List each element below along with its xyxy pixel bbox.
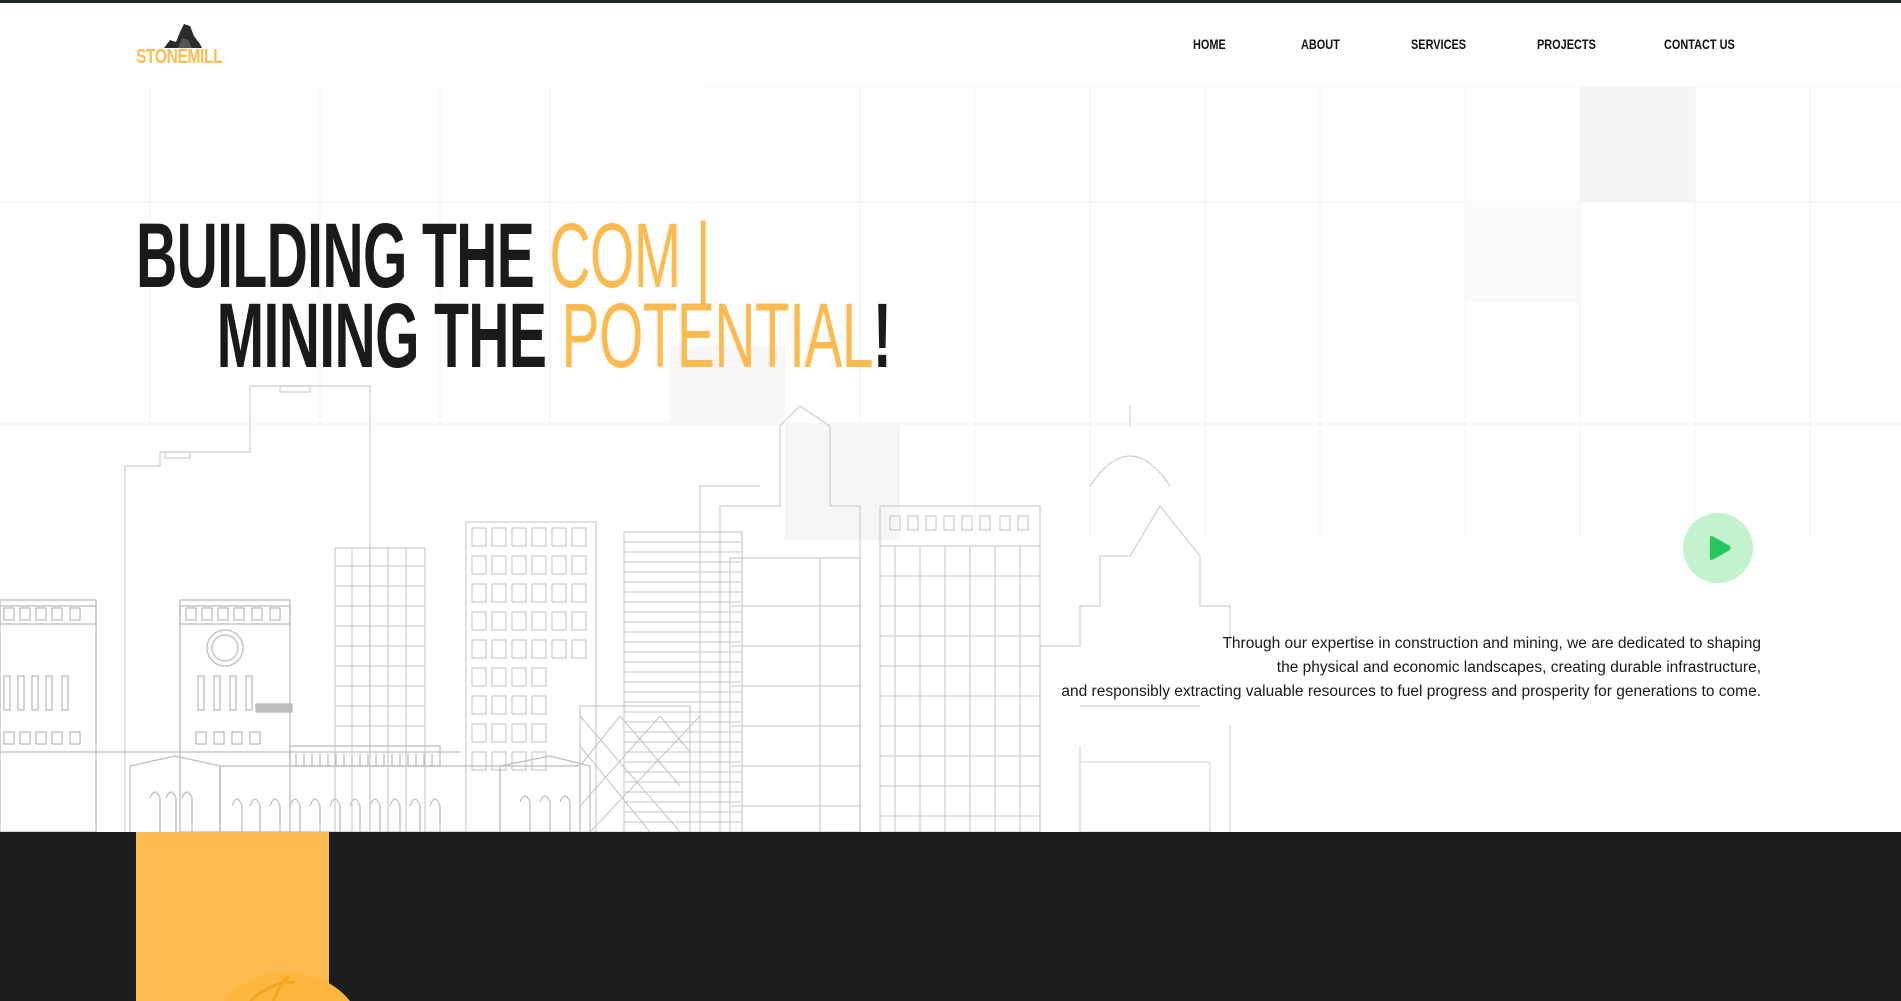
hero-headline: BUILDING THE COM | MINING THE POTENTIAL! xyxy=(136,210,892,382)
headline-line2-prefix: MINING THE xyxy=(216,285,562,387)
headline-line2: MINING THE POTENTIAL! xyxy=(136,290,892,382)
headline-line2-suffix: ! xyxy=(872,285,892,387)
hero-section: BUILDING THE COM | MINING THE POTENTIAL!… xyxy=(0,86,1901,832)
logo[interactable]: STONEMILL xyxy=(136,20,223,70)
hero-description-line: Through our expertise in construction an… xyxy=(1222,635,1761,652)
nav-contact-us[interactable]: CONTACT US xyxy=(1664,36,1735,52)
dark-section xyxy=(0,832,1901,1001)
main-nav: HOME ABOUT SERVICES PROJECTS CONTACT US xyxy=(1193,36,1763,56)
helmet-image xyxy=(225,972,350,1001)
city-skyline-illustration xyxy=(0,385,1231,832)
hero-description-line: and responsibly extracting valuable reso… xyxy=(1061,683,1761,700)
hero-description: Through our expertise in construction an… xyxy=(1001,632,1761,704)
nav-services[interactable]: SERVICES xyxy=(1411,36,1466,52)
top-border xyxy=(0,0,1901,3)
nav-projects[interactable]: PROJECTS xyxy=(1537,36,1596,52)
hero-description-line: the physical and economic landscapes, cr… xyxy=(1276,659,1761,676)
logo-text: STONEMILL xyxy=(136,46,223,68)
nav-home[interactable]: HOME xyxy=(1193,36,1226,52)
nav-about[interactable]: ABOUT xyxy=(1301,36,1340,52)
play-video-button[interactable] xyxy=(1683,513,1753,583)
play-icon xyxy=(1710,536,1731,560)
headline-line2-accent: POTENTIAL xyxy=(561,285,874,387)
